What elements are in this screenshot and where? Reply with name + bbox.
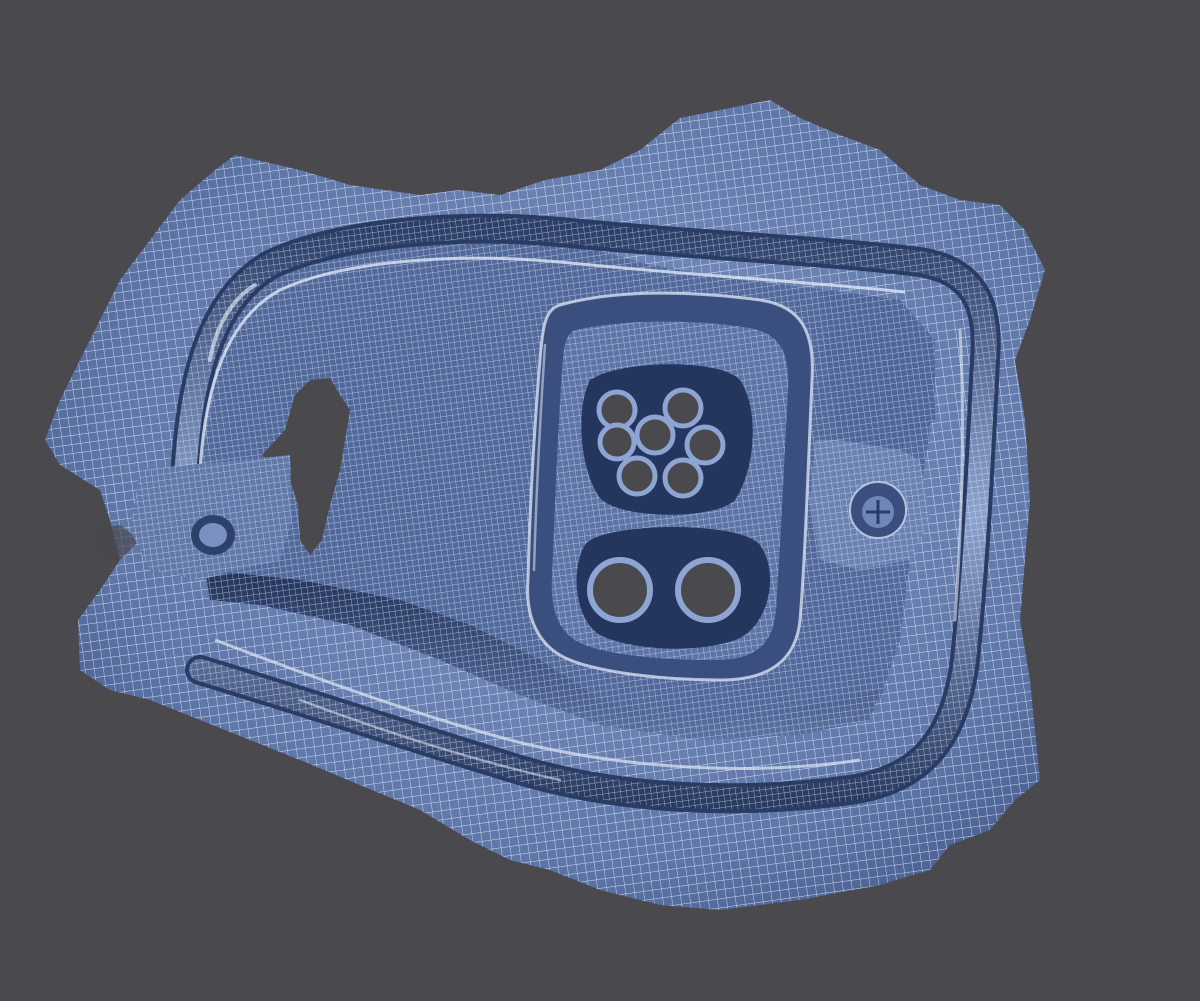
- 3d-viewport[interactable]: [0, 0, 1200, 1001]
- mounting-boss: [810, 440, 930, 570]
- ac-pin-cluster: [581, 364, 753, 515]
- dc-pin-pair: [576, 526, 771, 649]
- connector-socket: [526, 291, 814, 682]
- mesh-scene[interactable]: [0, 0, 1200, 1001]
- left-bracket: [130, 455, 292, 580]
